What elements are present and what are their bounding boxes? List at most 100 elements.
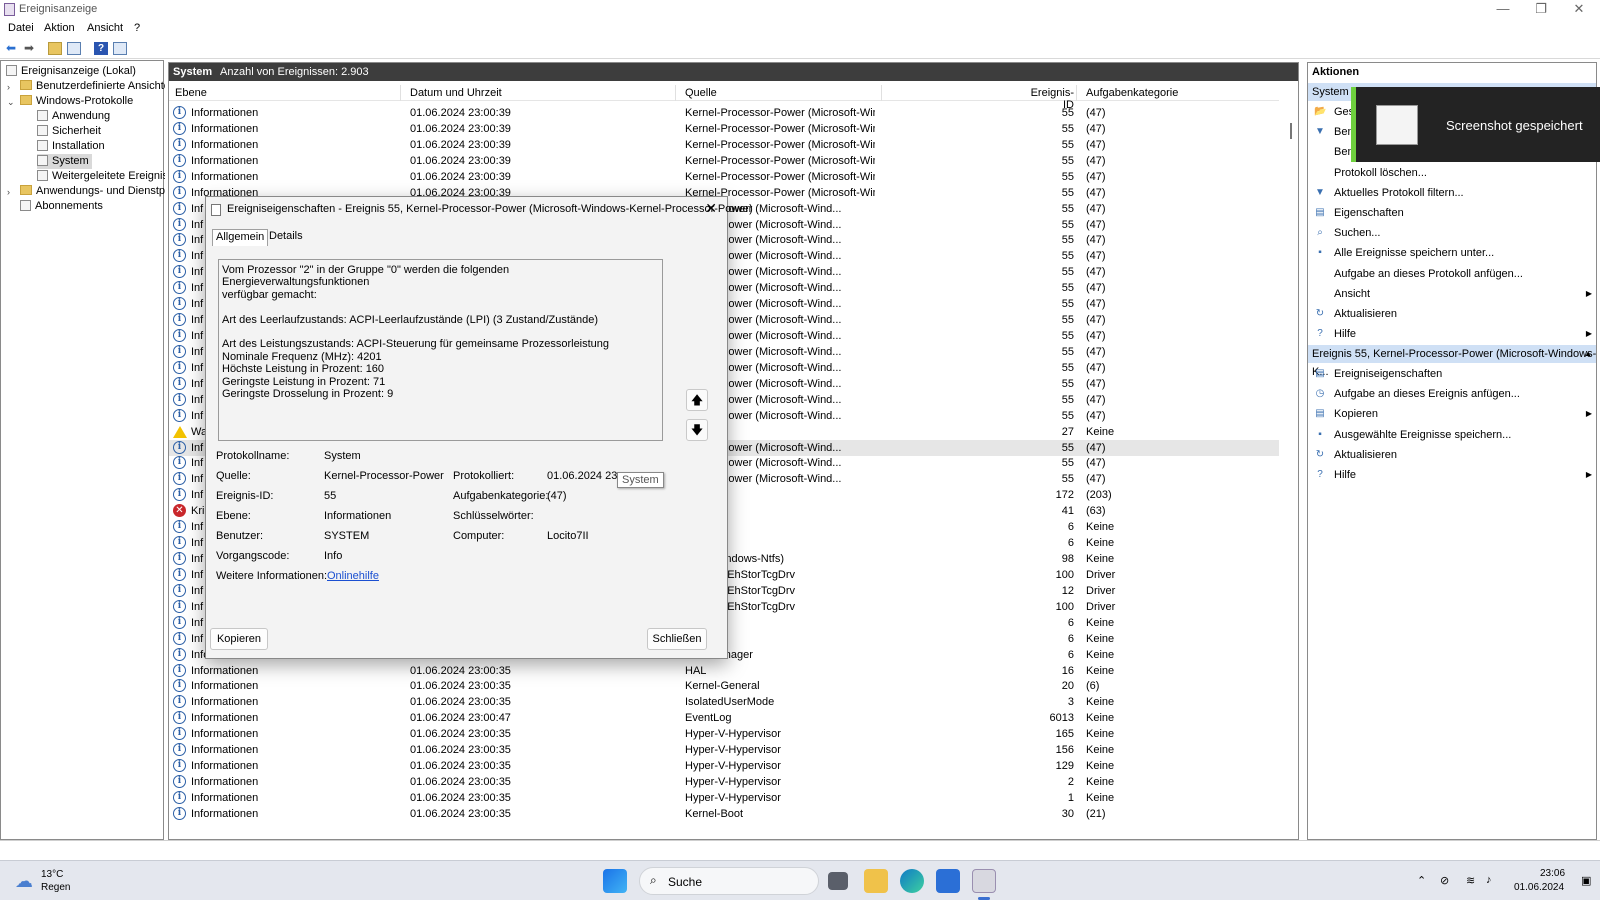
table-row[interactable]: i Informationen 01.06.2024 23:00:39 Kernel-… <box>169 169 1279 185</box>
open-folder-icon[interactable] <box>48 42 62 55</box>
menu-help[interactable]: ? <box>134 22 140 34</box>
console-tree-icon[interactable] <box>67 42 81 55</box>
tree-log-installation[interactable]: Installation <box>37 139 105 154</box>
tab-allgemein[interactable]: Allgemein <box>212 229 269 246</box>
table-row[interactable]: i Informationen 01.06.2024 23:00:35 Hyper-V… <box>169 742 1279 758</box>
close-window-button[interactable]: ✕ <box>1560 0 1598 20</box>
tree-log-anwendung[interactable]: Anwendung <box>37 109 110 124</box>
tree-log-forwarded[interactable]: Weitergeleitete Ereignisse <box>37 169 165 184</box>
table-row[interactable]: i Informationen 01.06.2024 23:00:39 Kernel-… <box>169 153 1279 169</box>
action-item[interactable]: ? Hilfe ▶ <box>1308 325 1596 343</box>
source-value[interactable]: Kernel-Processor-Power (Mi <box>324 470 446 482</box>
table-row[interactable]: i Informationen 01.06.2024 23:00:39 Kernel-… <box>169 137 1279 153</box>
tree-log-sicherheit[interactable]: Sicherheit <box>37 124 101 139</box>
next-event-button[interactable]: 🡇 <box>686 419 708 441</box>
opcode-value[interactable]: Info <box>324 550 342 562</box>
start-windows-icon[interactable] <box>603 869 627 893</box>
tab-details[interactable]: Details <box>266 229 306 246</box>
maximize-button[interactable]: ❐ <box>1522 0 1560 20</box>
table-row[interactable]: i Informationen 01.06.2024 23:00:35 Hyper-V… <box>169 758 1279 774</box>
action-item[interactable]: Protokoll löschen... <box>1308 164 1596 182</box>
event-description[interactable]: Vom Prozessor "2" in der Gruppe "0" werd… <box>218 259 663 441</box>
action-item[interactable]: ▪ Ausgewählte Ereignisse speichern... <box>1308 426 1596 444</box>
action-item[interactable]: Ansicht ▶ <box>1308 285 1596 303</box>
close-button[interactable]: Schließen <box>647 628 707 650</box>
forward-icon[interactable]: ➡ <box>22 42 36 55</box>
scrollbar-thumb[interactable] <box>1290 123 1292 139</box>
menu-aktion[interactable]: Aktion <box>44 22 75 34</box>
column-separator[interactable] <box>400 85 401 101</box>
collapse-chevron-icon[interactable]: ⌄ <box>7 97 15 108</box>
column-separator[interactable] <box>675 85 676 101</box>
action-item[interactable]: ↻ Aktualisieren <box>1308 305 1596 323</box>
table-row[interactable]: i Informationen 01.06.2024 23:00:39 Kernel-… <box>169 121 1279 137</box>
taskbar-search[interactable]: ⌕ Suche <box>639 867 819 895</box>
screenshot-toast[interactable]: Screenshot gespeichert <box>1351 87 1600 162</box>
table-row[interactable]: i Informationen 01.06.2024 23:00:47 EventLo… <box>169 710 1279 726</box>
table-row[interactable]: i Informationen 01.06.2024 23:00:35 Kernel-… <box>169 806 1279 822</box>
level-value[interactable]: Informationen <box>324 510 391 522</box>
user-value[interactable]: SYSTEM <box>324 530 369 542</box>
action-item[interactable]: ▼ Aktuelles Protokoll filtern... <box>1308 184 1596 202</box>
clock-time[interactable]: 23:06 <box>1540 868 1565 879</box>
tree-log-system[interactable]: System <box>37 154 92 169</box>
tree-root[interactable]: Ereignisanzeige (Lokal) <box>6 64 136 79</box>
network-off-icon[interactable]: ⊘ <box>1440 874 1449 887</box>
table-row[interactable]: i Informationen 01.06.2024 23:00:35 Hyper-V… <box>169 726 1279 742</box>
tree-windows-logs[interactable]: Windows-Protokolle <box>20 94 133 109</box>
weather-rain-icon[interactable]: ☁ <box>15 871 33 892</box>
previous-event-button[interactable]: 🡅 <box>686 389 708 411</box>
action-item[interactable]: ▤ Eigenschaften <box>1308 204 1596 222</box>
action-item[interactable]: ▤ Kopieren ▶ <box>1308 405 1596 423</box>
eventid-value[interactable]: 55 <box>324 490 336 502</box>
logname-value[interactable]: System <box>324 450 361 462</box>
tree-subscriptions[interactable]: Abonnements <box>20 199 103 214</box>
menu-ansicht[interactable]: Ansicht <box>87 22 123 34</box>
event-list-scrollbar[interactable] <box>1286 101 1298 839</box>
action-item[interactable]: ⌕ Suchen... <box>1308 224 1596 242</box>
column-datum[interactable]: Datum und Uhrzeit <box>410 87 502 99</box>
weather-temp[interactable]: 13°C <box>41 869 63 880</box>
column-quelle[interactable]: Quelle <box>685 87 717 99</box>
table-row[interactable]: i Informationen 01.06.2024 23:00:35 Isolate… <box>169 694 1279 710</box>
action-item[interactable]: ◷ Aufgabe an dieses Ereignis anfügen... <box>1308 385 1596 403</box>
online-help-link[interactable]: Onlinehilfe <box>327 570 379 582</box>
menu-datei[interactable]: Datei <box>8 22 34 34</box>
clock-date[interactable]: 01.06.2024 <box>1514 882 1564 893</box>
file-explorer-icon[interactable] <box>864 869 888 893</box>
expand-chevron-icon[interactable]: › <box>7 82 10 92</box>
taskcat-value[interactable]: (47) <box>547 490 567 502</box>
edge-browser-icon[interactable] <box>900 869 924 893</box>
column-aufgabenkategorie[interactable]: Aufgabenkategorie <box>1086 87 1178 99</box>
column-separator[interactable] <box>881 85 882 101</box>
tree-custom-views[interactable]: Benutzerdefinierte Ansichten <box>20 79 165 94</box>
store-icon[interactable] <box>936 869 960 893</box>
action-item[interactable]: ? Hilfe ▶ <box>1308 466 1596 484</box>
back-icon[interactable]: ⬅ <box>4 42 18 55</box>
table-row[interactable]: i Informationen 01.06.2024 23:00:39 Kernel-… <box>169 105 1279 121</box>
actions-section-event[interactable]: Ereignis 55, Kernel-Processor-Power (Mic… <box>1308 345 1596 378</box>
action-item[interactable]: Aufgabe an dieses Protokoll anfügen... <box>1308 265 1596 283</box>
computer-value[interactable]: Locito7II <box>547 530 589 542</box>
table-row[interactable]: i Informationen 01.06.2024 23:00:35 Kernel-… <box>169 678 1279 694</box>
copy-button[interactable]: Kopieren <box>210 628 268 650</box>
notification-icon[interactable]: ▣ <box>1581 874 1591 887</box>
table-row[interactable]: i Informationen 01.06.2024 23:00:35 HAL 16 Ke… <box>169 663 1279 679</box>
action-item[interactable]: ▪ Alle Ereignisse speichern unter... <box>1308 244 1596 262</box>
chevron-up-icon[interactable]: ⌃ <box>1417 874 1426 887</box>
action-item[interactable]: ↻ Aktualisieren <box>1308 446 1596 464</box>
tree-app-services[interactable]: Anwendungs- und Dienstprotokolle <box>20 184 165 199</box>
wifi-icon[interactable]: ≋ <box>1466 874 1475 887</box>
dialog-close-icon[interactable]: ✕ <box>705 200 717 217</box>
collapse-icon[interactable]: ▲ <box>1584 345 1592 363</box>
table-row[interactable]: i Informationen 01.06.2024 23:00:35 Hyper-V… <box>169 790 1279 806</box>
minimize-button[interactable]: — <box>1484 0 1522 20</box>
expand-chevron-icon[interactable]: › <box>7 187 10 197</box>
table-row[interactable]: i Informationen 01.06.2024 23:00:35 Hyper-V… <box>169 774 1279 790</box>
task-view-icon[interactable] <box>828 872 848 890</box>
help-icon[interactable]: ? <box>94 42 108 55</box>
event-viewer-taskbar-icon[interactable] <box>972 869 996 893</box>
volume-icon[interactable]: ♪ <box>1486 874 1492 886</box>
logged-value[interactable]: 01.06.2024 23: <box>547 470 620 482</box>
column-separator[interactable] <box>1076 85 1077 101</box>
